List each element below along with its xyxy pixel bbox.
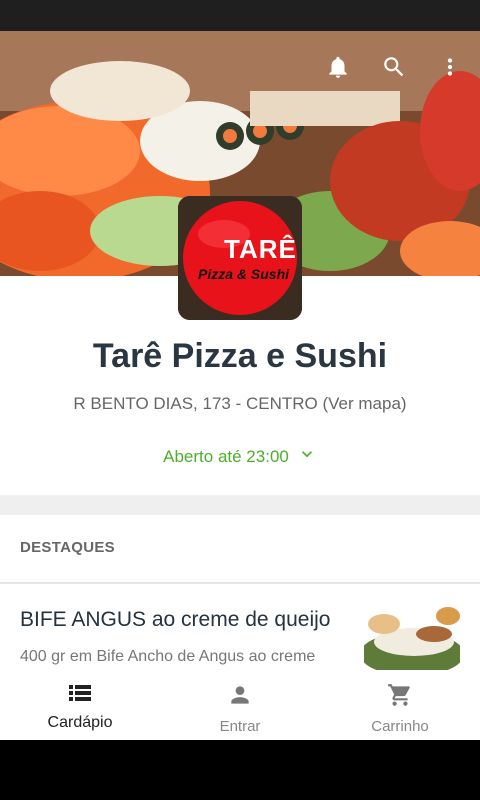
product-description: 400 gr em Bife Ancho de Angus ao creme xyxy=(20,648,316,665)
highlights-header: DESTAQUES xyxy=(20,539,115,556)
opening-hours-label: Aberto até 23:00 xyxy=(163,446,289,466)
system-navigation-bar xyxy=(0,740,480,800)
more-vert-icon[interactable] xyxy=(434,51,466,83)
nav-item-entrar[interactable]: Entrar xyxy=(160,670,320,740)
nav-label: Carrinho xyxy=(371,718,429,735)
top-action-icons xyxy=(322,51,466,83)
nav-item-cardapio[interactable]: Cardápio xyxy=(0,670,160,740)
product-image xyxy=(364,604,460,672)
nav-label: Entrar xyxy=(219,718,261,735)
search-icon[interactable] xyxy=(378,51,410,83)
divider xyxy=(0,582,480,584)
opening-hours-toggle[interactable]: Aberto até 23:00 xyxy=(0,444,480,469)
nav-label: Cardápio xyxy=(47,714,113,731)
chevron-down-icon xyxy=(297,444,317,469)
restaurant-name: Tarê Pizza e Sushi xyxy=(92,337,388,375)
product-title: BIFE ANGUS ao creme de queijo xyxy=(20,608,331,631)
bell-icon[interactable] xyxy=(322,51,354,83)
restaurant-address[interactable]: R BENTO DIAS, 173 - CENTRO (Ver mapa) xyxy=(0,394,480,414)
person-icon xyxy=(227,682,253,713)
section-separator xyxy=(0,495,480,515)
app-screen: TARÊ Pizza & Sushi Tarê Pizza e Sushi R … xyxy=(0,31,480,740)
restaurant-logo: TARÊ Pizza & Sushi xyxy=(178,196,302,320)
cart-icon xyxy=(387,682,413,713)
logo-subtitle: Pizza & Sushi xyxy=(198,266,290,282)
logo-title: TARÊ xyxy=(224,234,297,264)
menu-list-icon xyxy=(68,682,92,709)
nav-item-carrinho[interactable]: Carrinho xyxy=(320,670,480,740)
status-bar xyxy=(0,0,480,31)
bottom-navigation: Cardápio Entrar Carrinho xyxy=(0,670,480,740)
